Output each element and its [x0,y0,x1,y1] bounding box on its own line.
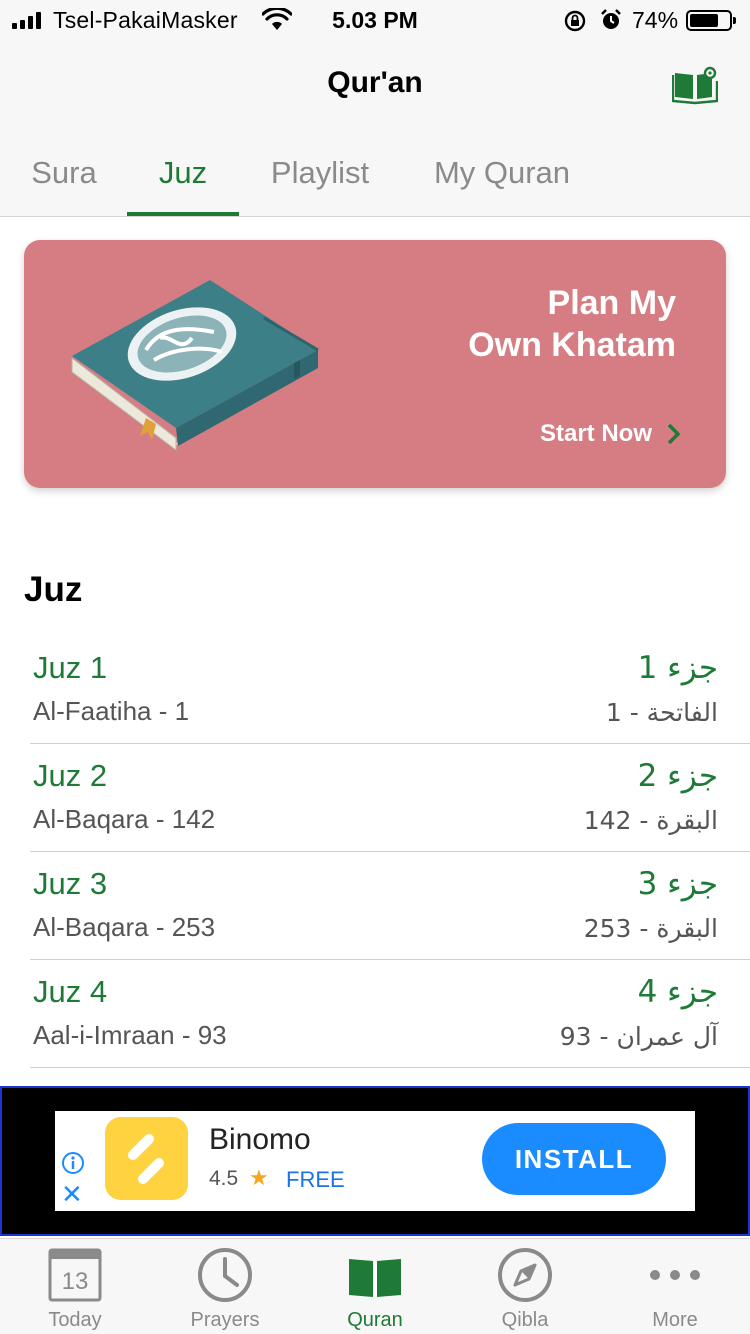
ad-app-name: Binomo [209,1123,311,1156]
juz-name-arabic: جزء 1 [637,650,718,686]
ad-content[interactable]: ✕ Binomo 4.5 ★ FREE INSTALL [55,1111,695,1211]
juz-start-verse-arabic: آل عمران - 93 [559,1022,718,1051]
tab-qibla[interactable]: Qibla [450,1239,600,1334]
svg-text:13: 13 [62,1268,89,1295]
quran-book-illustration-icon [71,280,319,451]
ad-rating: 4.5 [209,1167,239,1190]
battery-icon [686,10,736,31]
juz-name: Juz 2 [33,758,108,793]
chevron-right-icon [667,423,680,445]
ad-price: FREE [286,1167,345,1192]
tab-quran[interactable]: Quran [300,1239,450,1334]
juz-row[interactable]: Juz 4 Aal-i-Imraan - 93 جزء 4 آل عمران -… [30,960,750,1068]
status-bar: Tsel-PakaiMasker 5.03 PM 74% [0,0,750,40]
juz-start-verse-arabic: البقرة - 253 [583,914,718,943]
tab-prayers-label: Prayers [190,1309,260,1331]
clock-icon [198,1248,252,1302]
book-settings-icon[interactable] [672,65,718,105]
tab-juz[interactable]: Juz [127,130,239,216]
tab-today[interactable]: 13 Today [0,1239,150,1334]
star-icon: ★ [249,1165,269,1190]
navigation-bar: Qur'an [0,40,750,130]
tab-more-label: More [652,1309,698,1331]
alarm-icon [601,9,621,29]
ad-close-icon[interactable]: ✕ [61,1181,83,1207]
juz-start-verse: Al-Faatiha - 1 [33,696,190,726]
juz-row[interactable]: Juz 3 Al-Baqara - 253 جزء 3 البقرة - 253 [30,852,750,960]
binomo-app-icon [105,1117,188,1200]
juz-name-arabic: جزء 4 [637,974,718,1010]
juz-row[interactable]: Juz 2 Al-Baqara - 142 جزء 2 البقرة - 142 [30,744,750,852]
juz-name-arabic: جزء 3 [637,866,718,902]
juz-start-verse: Al-Baqara - 253 [33,912,216,942]
juz-row[interactable]: Juz 1 Al-Faatiha - 1 جزء 1 الفاتحة - 1 [30,636,750,744]
tab-playlist[interactable]: Playlist [254,130,386,216]
tab-sura[interactable]: Sura [14,130,114,216]
tab-prayers[interactable]: Prayers [150,1239,300,1334]
tab-quran-label: Quran [347,1309,403,1331]
rotation-lock-icon [564,10,586,32]
juz-name: Juz 3 [33,866,108,901]
juz-name-arabic: جزء 2 [637,758,718,794]
compass-icon [498,1248,552,1302]
calendar-icon: 13 [48,1248,102,1302]
tab-more[interactable]: More [600,1239,750,1334]
more-dots-icon [650,1270,700,1280]
battery-percent: 74% [632,7,679,33]
ad-banner[interactable]: ✕ Binomo 4.5 ★ FREE INSTALL [0,1086,750,1236]
install-button[interactable]: INSTALL [482,1123,666,1195]
juz-name: Juz 1 [33,650,108,685]
start-now-link[interactable]: Start Now [540,420,680,448]
start-now-label: Start Now [539,420,652,447]
juz-start-verse-arabic: البقرة - 142 [583,806,718,835]
juz-start-verse: Al-Baqara - 142 [33,804,216,834]
juz-start-verse: Aal-i-Imraan - 93 [33,1020,227,1050]
ad-info-icon[interactable] [61,1151,85,1175]
juz-start-verse-arabic: الفاتحة - 1 [605,698,718,727]
quran-book-icon [349,1259,401,1297]
juz-name: Juz 4 [33,974,108,1009]
juz-list: Juz 1 Al-Faatiha - 1 جزء 1 الفاتحة - 1 J… [0,636,750,1068]
segment-tabs: Sura Juz Playlist My Quran [0,130,750,217]
section-title-juz: Juz [24,570,83,609]
plan-khatam-banner[interactable]: Plan My Own Khatam Start Now [24,240,726,488]
page-title: Qur'an [327,66,423,99]
bottom-tab-bar: 13 Today Prayers Quran Qibla More [0,1238,750,1334]
tab-qibla-label: Qibla [501,1309,549,1331]
tab-today-label: Today [48,1309,102,1331]
tab-my-quran[interactable]: My Quran [418,130,586,216]
banner-title: Plan My Own Khatam [468,284,676,364]
